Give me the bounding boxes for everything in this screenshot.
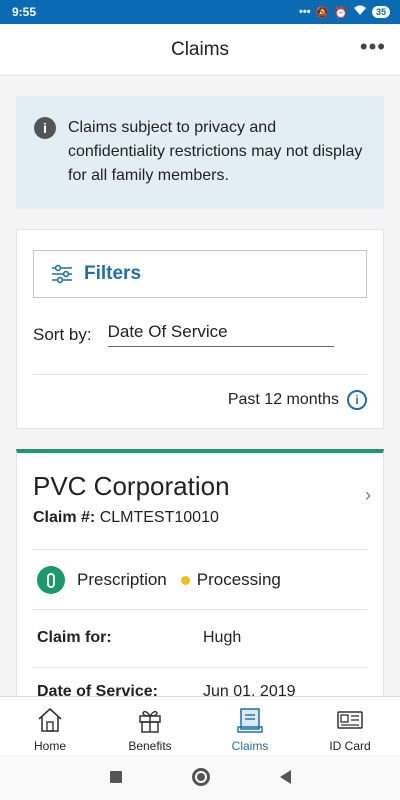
sort-select[interactable]: Date Of Service (107, 322, 334, 347)
notice-text: Claims subject to privacy and confidenti… (68, 119, 363, 184)
recents-icon[interactable] (109, 771, 122, 783)
claim-status-row: Prescription Processing (37, 566, 281, 594)
sliders-icon (52, 264, 72, 284)
date-range-row: Past 12 months i (228, 390, 367, 410)
divider (33, 667, 367, 668)
nav-claims-label: Claims (231, 739, 269, 753)
system-nav-bar (0, 754, 400, 800)
filters-label: Filters (84, 263, 142, 284)
nav-claims[interactable]: Claims (200, 697, 300, 754)
back-icon[interactable] (279, 770, 291, 784)
privacy-notice: i Claims subject to privacy and confiden… (16, 96, 384, 209)
wifi-icon (353, 5, 367, 19)
claim-for-row: Claim for: Hugh (37, 629, 367, 647)
prescription-icon (37, 566, 65, 594)
home-icon (38, 707, 62, 732)
info-icon: i (34, 117, 56, 139)
nav-benefits-label: Benefits (128, 739, 172, 753)
range-info-icon[interactable]: i (347, 390, 367, 410)
claim-card[interactable]: PVC Corporation Claim #: CLMTEST10010 › … (16, 449, 384, 696)
chevron-right-icon[interactable]: › (365, 485, 371, 506)
id-card-icon (337, 711, 363, 729)
divider (33, 549, 367, 550)
claim-number-label: Claim #: (33, 509, 96, 526)
date-of-service-row: Date of Service: Jun 01, 2019 (37, 683, 367, 696)
status-time: 9:55 (12, 5, 37, 19)
nav-benefits[interactable]: Benefits (100, 697, 200, 754)
sort-row: Sort by: Date Of Service (33, 322, 334, 347)
status-icons: ••• 🔕 ⏰ 35 (299, 5, 390, 19)
sort-label: Sort by: (33, 324, 92, 344)
alarm-icon: ⏰ (334, 6, 348, 19)
claim-for-value: Hugh (203, 629, 242, 646)
home-system-icon[interactable] (191, 768, 210, 786)
claims-icon (237, 708, 263, 733)
divider (33, 609, 367, 610)
date-of-service-value: Jun 01, 2019 (203, 683, 296, 696)
battery-icon: 35 (371, 6, 390, 18)
status-bar: 9:55 ••• 🔕 ⏰ 35 (0, 0, 400, 24)
claim-number-value: CLMTEST10010 (99, 509, 219, 526)
claim-status: Processing (196, 570, 281, 589)
status-dot-icon (180, 575, 190, 585)
claim-for-label: Claim for: (37, 629, 112, 646)
nav-id-card[interactable]: ID Card (300, 697, 400, 754)
mute-icon: 🔕 (315, 6, 330, 19)
nav-home[interactable]: Home (0, 697, 100, 754)
divider (33, 374, 367, 375)
gift-icon (139, 710, 161, 733)
app-header: Claims ••• (0, 24, 400, 76)
claim-number: Claim #: CLMTEST10010 (33, 509, 219, 527)
claim-type: Prescription (77, 570, 167, 589)
nav-id-card-label: ID Card (329, 739, 371, 753)
page-title: Claims (170, 38, 230, 60)
bottom-nav: Home Benefits Claims ID Card (0, 696, 400, 754)
filter-card: Filters Sort by: Date Of Service Past 12… (16, 229, 384, 429)
filters-button[interactable]: Filters (33, 250, 367, 298)
nav-home-label: Home (33, 739, 66, 753)
date-of-service-label: Date of Service: (37, 683, 158, 696)
more-options-button[interactable]: ••• (360, 36, 386, 58)
date-range-label: Past 12 months (227, 391, 339, 408)
claim-provider: PVC Corporation (33, 471, 230, 501)
dots-icon: ••• (299, 6, 311, 18)
main-content[interactable]: i Claims subject to privacy and confiden… (0, 76, 400, 696)
